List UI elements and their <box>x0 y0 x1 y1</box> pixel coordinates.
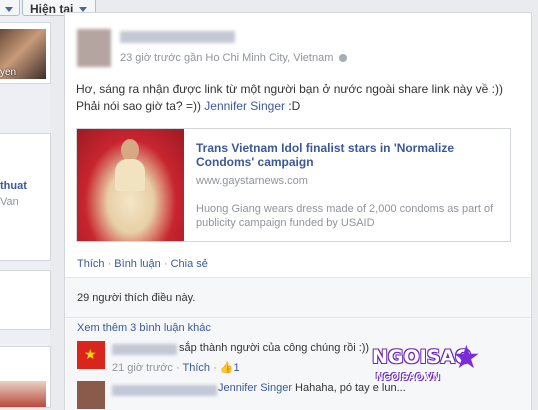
more-comments-link[interactable]: Xem thêm 3 bình luận khác <box>77 322 211 334</box>
suggestion-title[interactable]: thuat <box>0 180 27 192</box>
thumbnail-figure-body <box>115 159 145 191</box>
mention-link[interactable]: Jennifer Singer <box>218 382 292 394</box>
comment-like-action[interactable]: Thích <box>183 362 211 374</box>
suggestion-subtitle: Van <box>0 196 19 208</box>
post-text-end: :D <box>285 99 301 113</box>
post-actions: Thích · Bình luận · Chia sẻ <box>77 258 208 270</box>
watermark-site: NGOISAO.VN <box>376 372 440 383</box>
filter-button-partial[interactable]: g <box>0 0 20 16</box>
commenter-avatar[interactable] <box>77 381 105 409</box>
comment-time[interactable]: 21 giờ trước <box>112 362 173 374</box>
separator: · <box>160 258 171 270</box>
link-domain: www.gaystarnews.com <box>196 175 308 187</box>
profile-name: yen <box>0 67 17 78</box>
globe-icon[interactable] <box>339 54 348 63</box>
link-description: Huong Giang wears dress made of 2,000 co… <box>196 203 494 229</box>
comment-text: sắp thành người của công chúng rồi :)) <box>179 342 370 354</box>
thumbnail-figure-head <box>121 139 139 161</box>
post-text: Hơ, sáng ra nhận được link từ một người … <box>76 81 521 115</box>
profile-photo <box>0 381 46 407</box>
like-action[interactable]: Thích <box>77 258 105 270</box>
star-icon: ★ <box>452 339 481 375</box>
separator: · <box>213 362 220 374</box>
commenter-name[interactable] <box>112 344 177 355</box>
star-icon: ★ <box>84 346 97 362</box>
thumbs-up-icon[interactable]: 👍 <box>220 362 234 374</box>
post-timestamp[interactable]: 23 giờ trước gần Ho Chi Minh City, Vietn… <box>120 52 333 64</box>
post-meta: 23 giờ trước gần Ho Chi Minh City, Vietn… <box>120 52 348 64</box>
link-title[interactable]: Trans Vietnam Idol finalist stars in 'No… <box>196 141 496 169</box>
commenter-avatar[interactable]: ★ <box>77 341 105 369</box>
comment-meta: 21 giờ trước · Thích · 👍1 <box>112 361 240 374</box>
left-profile-card[interactable]: yen <box>0 22 51 84</box>
left-card-4 <box>0 346 51 408</box>
comment-like-count[interactable]: 1 <box>234 362 240 374</box>
likes-count[interactable]: 29 người thích điều này. <box>77 292 195 304</box>
left-suggestion-card: thuat Van <box>0 133 51 261</box>
comment-action[interactable]: Bình luận <box>114 258 160 270</box>
separator: · <box>104 258 115 270</box>
likes-bar: 29 người thích điều này. <box>65 277 531 318</box>
share-action[interactable]: Chia sẻ <box>171 258 208 270</box>
link-thumbnail[interactable] <box>77 129 184 241</box>
left-card-3 <box>0 270 51 330</box>
author-avatar[interactable] <box>77 29 111 67</box>
shared-link-preview[interactable]: Trans Vietnam Idol finalist stars in 'No… <box>76 128 511 242</box>
chevron-down-icon <box>5 7 13 13</box>
author-name[interactable] <box>120 31 235 43</box>
commenter-name[interactable] <box>112 385 217 396</box>
mention-link[interactable]: Jennifer Singer <box>204 99 285 113</box>
watermark-logo: NGOISAO ★ NGOISAO.VN <box>372 339 482 396</box>
